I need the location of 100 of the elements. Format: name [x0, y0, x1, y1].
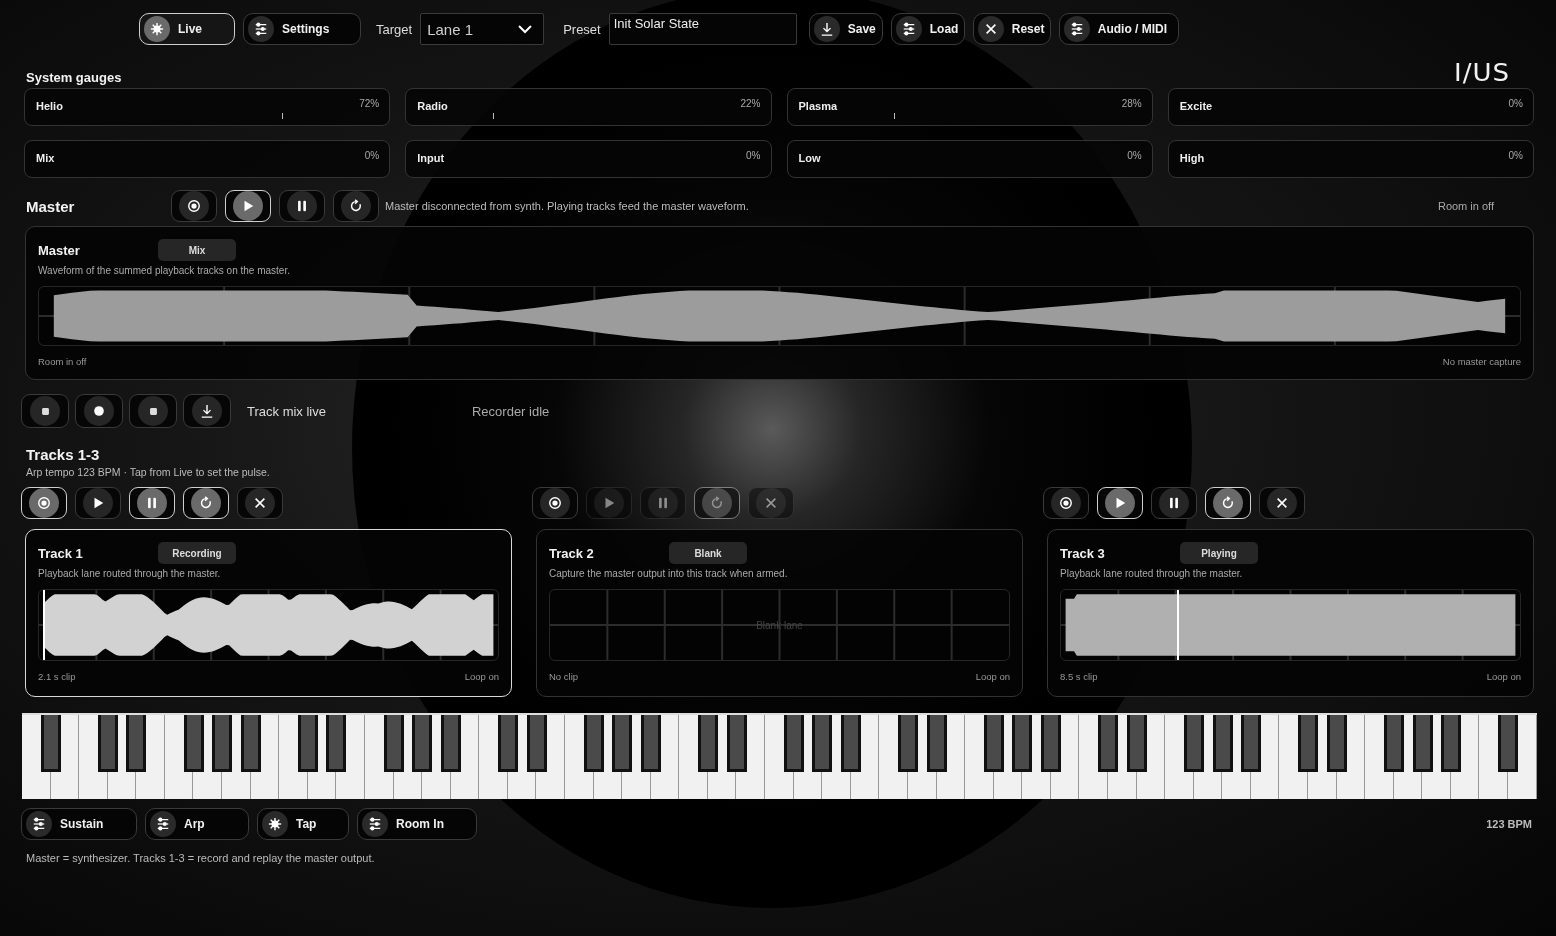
card-title: Track 3	[1060, 545, 1106, 561]
gauge-reading: 0%	[1508, 98, 1523, 110]
footnote: Master = synthesizer. Tracks 1-3 = record and replay the master output.	[26, 852, 376, 864]
close-icon	[253, 496, 267, 510]
clear-button[interactable]	[1259, 487, 1305, 519]
stop-button[interactable]	[129, 394, 177, 428]
loop-icon	[710, 496, 724, 510]
track-card[interactable]: Track 3 Playing Playback lane routed through the master. 8.5 s clip Loop on	[1047, 529, 1534, 697]
gauge-reading: 0%	[1127, 150, 1142, 162]
gauge-name: Low	[798, 152, 821, 165]
pause-button[interactable]	[1151, 487, 1197, 519]
footer-text: No clip	[549, 671, 579, 682]
mode-badge: Mix	[158, 239, 236, 261]
preset-field[interactable]: Init Solar State	[608, 13, 797, 45]
card-description: Playback lane routed through the master.	[38, 568, 222, 579]
gauge-name: Plasma	[798, 100, 838, 113]
gauge-name: Excite	[1179, 100, 1213, 113]
status-badge: Playing	[1180, 542, 1258, 564]
pause-button[interactable]	[279, 190, 325, 222]
card-description: Waveform of the summed playback tracks on the master.	[38, 265, 291, 276]
gauge-reading: 0%	[746, 150, 761, 162]
gauge-name: Radio	[417, 100, 448, 113]
status-text: Recorder idle	[471, 403, 550, 419]
pause-icon	[656, 496, 670, 510]
logo: I/US	[1454, 59, 1510, 85]
target-select[interactable]: Lane 1	[420, 13, 545, 45]
footer-text: Room in off	[38, 356, 87, 367]
control-button[interactable]: Tap	[257, 808, 349, 840]
gauge-reading: 72%	[359, 98, 380, 110]
toolbar-button[interactable]: Reset	[972, 13, 1051, 45]
toolbar-button[interactable]: Save	[808, 13, 883, 45]
loop-button[interactable]	[333, 190, 379, 222]
loop-icon	[199, 496, 213, 510]
status-message: Master disconnected from synth. Playing tracks feed the master waveform.	[385, 200, 749, 212]
record-icon	[1059, 496, 1073, 510]
record-button[interactable]	[532, 487, 578, 519]
gauge-reading: 22%	[740, 98, 761, 110]
pause-icon	[295, 199, 309, 213]
toolbar-button[interactable]: Load	[890, 13, 965, 45]
pause-icon	[145, 496, 159, 510]
footer-text: No master capture	[1442, 356, 1521, 367]
mode-button[interactable]: Live	[139, 13, 235, 45]
loop-icon	[1221, 496, 1235, 510]
piano-keyboard[interactable]	[22, 713, 1537, 799]
download-icon	[200, 404, 214, 418]
sliders-icon	[901, 22, 916, 36]
section-title: Tracks 1-3	[26, 446, 101, 463]
footer-text: Loop on	[464, 671, 499, 682]
record-button[interactable]	[171, 190, 217, 222]
card-title: Master	[38, 242, 81, 258]
sliders-icon	[1069, 22, 1084, 36]
card-title: Track 1	[38, 545, 84, 561]
playhead-marker[interactable]	[1177, 590, 1180, 660]
status-badge: Recording	[158, 542, 236, 564]
sliders-icon	[156, 817, 170, 831]
record-icon	[37, 496, 51, 510]
tempo-readout: 123 BPM	[1486, 818, 1532, 830]
sliders-icon	[32, 817, 46, 831]
footer-text: 8.5 s clip	[1060, 671, 1098, 682]
section-title: System gauges	[26, 70, 122, 85]
status-text: Room in off	[1437, 200, 1494, 212]
status-text: Track mix live	[247, 403, 326, 419]
section-subtitle: Arp tempo 123 BPM · Tap from Live to set the pulse.	[26, 466, 271, 478]
play-button[interactable]	[75, 487, 121, 519]
section-title: Master	[26, 197, 76, 215]
stop-icon	[147, 405, 159, 417]
playhead-marker[interactable]	[43, 590, 45, 660]
sun-icon	[150, 22, 164, 36]
gauge-name: Mix	[36, 152, 55, 165]
mode-button[interactable]: Settings	[243, 13, 361, 45]
card-description: Capture the master output into this track when armed.	[549, 568, 789, 579]
sun-icon	[268, 817, 282, 831]
gauge-reading: 0%	[364, 150, 380, 162]
gauge-name: High	[1179, 152, 1205, 165]
chevron-down-icon	[517, 24, 534, 34]
close-icon	[764, 496, 778, 510]
loop-icon	[349, 199, 363, 213]
download-button[interactable]	[183, 394, 231, 428]
toolbar-button[interactable]: Audio / MIDI	[1058, 13, 1179, 45]
field-label: Preset	[563, 21, 601, 37]
pause-icon	[1167, 496, 1181, 510]
close-icon	[1275, 496, 1289, 510]
record-button[interactable]	[1043, 487, 1089, 519]
stop-button[interactable]	[21, 394, 69, 428]
card-title: Track 2	[549, 545, 595, 561]
sliders-icon	[368, 817, 382, 831]
record-icon	[92, 404, 106, 418]
record-button[interactable]	[75, 394, 123, 428]
stop-icon	[39, 405, 51, 417]
gauge-name: Helio	[36, 100, 63, 113]
control-button[interactable]: Room In	[357, 808, 477, 840]
control-button[interactable]: Arp	[145, 808, 249, 840]
sliders-icon	[254, 22, 268, 36]
field-label: Target	[376, 21, 413, 37]
control-button[interactable]: Sustain	[21, 808, 137, 840]
footer-text: Loop on	[975, 671, 1010, 682]
close-icon	[983, 22, 998, 36]
card-description: Playback lane routed through the master.	[1060, 568, 1244, 579]
track-card[interactable]: Track 1 Recording Playback lane routed through the master. 2.1 s clip Loop on	[25, 529, 512, 697]
clear-button[interactable]	[237, 487, 283, 519]
